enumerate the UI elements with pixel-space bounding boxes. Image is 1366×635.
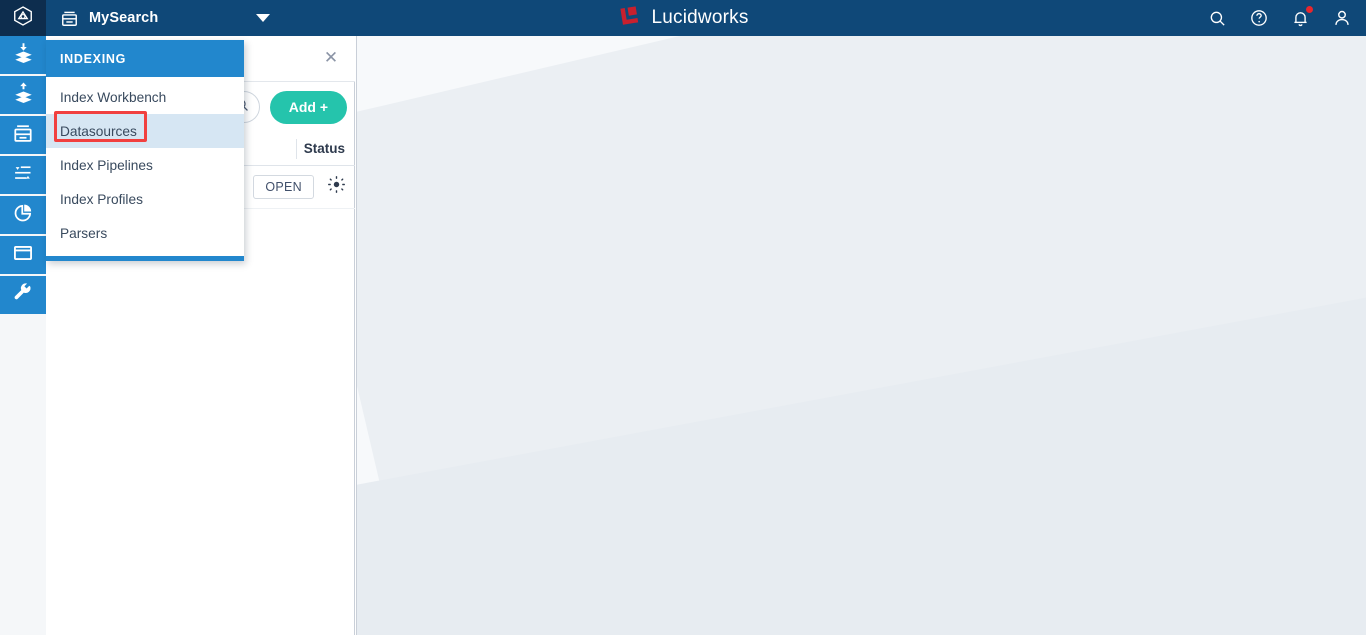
app-name-label: MySearch — [89, 10, 159, 26]
window-icon — [12, 242, 34, 269]
chevron-down-icon[interactable] — [256, 14, 270, 22]
sidebar-item-system[interactable] — [0, 276, 46, 314]
main-stage — [356, 36, 1366, 635]
header-divider — [296, 139, 297, 159]
stage-left-edge — [356, 36, 357, 635]
add-datasource-button[interactable]: Add + — [269, 90, 347, 124]
left-icon-rail — [0, 36, 46, 635]
menu-item-parsers[interactable]: Parsers — [46, 216, 244, 250]
column-header-status: Status — [303, 141, 345, 156]
app-box-icon — [60, 9, 79, 28]
menu-item-label: Index Pipelines — [60, 157, 153, 173]
sidebar-item-apps[interactable] — [0, 236, 46, 274]
help-icon[interactable] — [1249, 8, 1269, 28]
menu-item-index-profiles[interactable]: Index Profiles — [46, 182, 244, 216]
sidebar-item-analytics[interactable] — [0, 196, 46, 234]
menu-item-label: Parsers — [60, 225, 108, 241]
menu-item-datasources[interactable]: Datasources — [46, 114, 244, 148]
close-icon[interactable]: ✕ — [319, 46, 343, 70]
menu-item-index-pipelines[interactable]: Index Pipelines — [46, 148, 244, 182]
layers-down-arrow-icon — [12, 41, 35, 69]
wrench-icon — [12, 282, 34, 309]
brand-logo: Lucidworks — [617, 0, 748, 36]
indexing-menu: INDEXING Index Workbench Datasources Ind… — [46, 40, 244, 261]
menu-item-label: Datasources — [60, 123, 137, 139]
menu-title: INDEXING — [46, 40, 244, 77]
open-button[interactable]: OPEN — [253, 175, 314, 199]
sidebar-item-collections[interactable] — [0, 116, 46, 154]
hexagon-logo-icon — [12, 5, 34, 32]
top-bar: MySearch Lucidworks — [0, 0, 1366, 36]
brand-name-label: Lucidworks — [651, 7, 749, 28]
home-logo-button[interactable] — [0, 0, 46, 36]
topbar-actions — [1208, 0, 1352, 36]
layers-up-arrow-icon — [12, 81, 35, 109]
app-switcher[interactable]: MySearch — [46, 0, 286, 36]
user-account-icon[interactable] — [1332, 8, 1352, 28]
lucidworks-mark-icon — [617, 4, 641, 33]
sidebar-item-indexing[interactable] — [0, 36, 46, 74]
sidebar-item-querying[interactable] — [0, 76, 46, 114]
menu-items: Index Workbench Datasources Index Pipeli… — [46, 80, 244, 256]
sliders-icon — [12, 162, 34, 189]
notification-badge — [1305, 4, 1314, 14]
menu-item-label: Index Workbench — [60, 89, 167, 105]
sun-brightness-icon[interactable] — [326, 174, 347, 200]
pie-chart-icon — [12, 202, 34, 229]
archive-box-icon — [12, 122, 34, 149]
notifications-icon[interactable] — [1291, 4, 1314, 28]
menu-item-index-workbench[interactable]: Index Workbench — [46, 80, 244, 114]
menu-item-label: Index Profiles — [60, 191, 143, 207]
search-icon[interactable] — [1208, 9, 1227, 28]
sidebar-item-relevance[interactable] — [0, 156, 46, 194]
